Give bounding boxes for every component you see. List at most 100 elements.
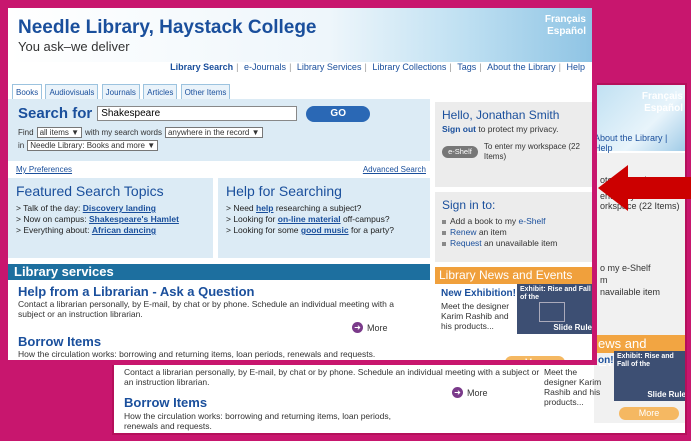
tab-articles[interactable]: Articles	[143, 84, 178, 100]
tab-other-items[interactable]: Other Items	[180, 84, 231, 100]
top-navigation: Library Search | e-Journals | Library Serv…	[167, 62, 588, 72]
bg-exhibit-label: Exhibit: Rise and Fall of the	[617, 353, 674, 368]
tab-books[interactable]: Books	[12, 84, 43, 100]
find-select-value: all items	[39, 128, 69, 137]
eshelf-row: e-Shelf To enter my workspace (22 Items)	[442, 142, 592, 162]
service-item: Help from a Librarian - Ask a Question C…	[18, 284, 418, 319]
bg-lang-es[interactable]: Español	[642, 103, 683, 115]
news-panel: New Exhibition! Meet the designer Karim …	[435, 284, 592, 360]
news-header: Library News and Events	[435, 267, 592, 284]
exhibit-image[interactable]: Exhibit: Rise and Fall of the Slide Rule	[517, 284, 592, 334]
news-more-button[interactable]: More	[505, 356, 565, 360]
renew-link[interactable]: Renew	[450, 227, 476, 237]
news-heading[interactable]: New Exhibition!	[441, 288, 516, 299]
nav-about[interactable]: About the Library	[484, 62, 559, 72]
featured-link[interactable]: Shakespeare's Hamlet	[89, 214, 179, 224]
service-item: Borrow Items How the circulation works: …	[18, 334, 418, 359]
bg-news-heading: on!	[598, 355, 614, 366]
bg-news-more[interactable]: More	[619, 407, 679, 420]
nav-help[interactable]: Help	[563, 62, 588, 72]
bg-line: navailable item	[600, 287, 661, 297]
help-link[interactable]: good music	[301, 225, 349, 235]
more-label: More	[367, 322, 388, 333]
signin-item: Add a book to my e-Shelf	[442, 216, 592, 227]
service-title[interactable]: Borrow Items	[18, 334, 418, 349]
user-panel: Hello, Jonathan Smith Sign out to protec…	[435, 102, 592, 187]
signout-link[interactable]: Sign out	[442, 124, 476, 134]
find-label: Find	[18, 128, 34, 137]
eshelf-text: To enter my workspace (22 Items)	[483, 142, 580, 161]
bg-more-link[interactable]: ➜ More	[452, 387, 488, 398]
bg-exhibit-image: Exhibit: Rise and Fall of the Slide Rule	[614, 351, 686, 401]
help-item: > Looking for on-line material off-campu…	[226, 214, 390, 224]
featured-item: > Now on campus: Shakespeare's Hamlet	[16, 214, 179, 224]
bg-language-links: Français Español	[642, 91, 683, 115]
nav-library-services[interactable]: Library Services	[294, 62, 365, 72]
arrow-right-icon: ➜	[352, 322, 363, 333]
language-links: Français Español	[545, 14, 586, 38]
bg-lang-fr[interactable]: Français	[642, 91, 683, 103]
service-desc: How the circulation works: borrowing and…	[18, 349, 376, 359]
search-input[interactable]	[97, 106, 298, 121]
go-button[interactable]: GO	[306, 105, 371, 122]
service-title[interactable]: Help from a Librarian - Ask a Question	[18, 284, 418, 299]
tab-journals[interactable]: Journals	[101, 84, 140, 100]
bg-desc-text: Contact a librarian personally, by E-mai…	[124, 367, 540, 387]
signout-line: Sign out to protect my privacy.	[442, 124, 559, 134]
nav-e-journals[interactable]: e-Journals	[241, 62, 289, 72]
eshelf-link[interactable]: e-Shelf	[519, 216, 546, 226]
featured-item: > Talk of the day: Discovery landing	[16, 203, 156, 213]
signin-item: Renew an item	[442, 227, 592, 238]
bg-line: m	[600, 275, 608, 285]
help-title: Help for Searching	[226, 183, 342, 199]
help-link[interactable]: on-line material	[278, 214, 341, 224]
tab-audiovisuals[interactable]: Audiovisuals	[45, 84, 99, 100]
featured-link[interactable]: African dancing	[92, 225, 156, 235]
main-window: Needle Library, Haystack College You ask…	[3, 3, 597, 365]
right-sidebar: Hello, Jonathan Smith Sign out to protec…	[435, 102, 592, 360]
service-desc: Contact a librarian personally, by E-mai…	[18, 299, 394, 319]
help-item: > Need help researching a subject?	[226, 203, 362, 213]
nav-library-collections[interactable]: Library Collections	[369, 62, 449, 72]
nav-library-search[interactable]: Library Search	[167, 62, 236, 72]
news-desc: Meet the designer Karim Rashib and his p…	[441, 301, 510, 331]
my-preferences-link[interactable]: My Preferences	[16, 165, 72, 174]
red-arrow-icon	[598, 165, 691, 211]
bg-borrow-title[interactable]: Borrow Items	[124, 395, 207, 410]
advanced-search-link[interactable]: Advanced Search	[363, 165, 426, 174]
prefs-row: My Preferences Advanced Search	[16, 165, 426, 174]
arrow-right-icon: ➜	[452, 387, 463, 398]
bg-nav: About the Library | Help	[594, 133, 668, 153]
site-title[interactable]: Needle Library, Haystack College	[18, 17, 317, 39]
signin-item: Request an unavailable item	[442, 238, 592, 249]
header: Needle Library, Haystack College You ask…	[8, 8, 592, 62]
library-services-header: Library services	[8, 264, 430, 280]
help-for-searching: Help for Searching > Need help researchi…	[218, 178, 430, 258]
help-item: > Looking for some good music for a part…	[226, 225, 394, 235]
help-link[interactable]: help	[256, 203, 273, 213]
find-select[interactable]: all items ▼	[36, 127, 83, 138]
featured-title: Featured Search Topics	[16, 183, 164, 199]
lang-french[interactable]: Français	[545, 14, 586, 26]
bg-line: o my e-Shelf	[600, 263, 651, 273]
lang-spanish[interactable]: Español	[545, 26, 586, 38]
search-panel: Search for GO Find all items ▼ with my s…	[8, 99, 430, 161]
exhibit-footer: Slide Rule	[553, 323, 592, 332]
signin-panel: Sign in to: Add a book to my e-Shelf Ren…	[435, 192, 592, 262]
nav-tags[interactable]: Tags	[454, 62, 479, 72]
bg-borrow-desc: How the circulation works: borrowing and…	[124, 411, 391, 431]
featured-topics: Featured Search Topics > Talk of the day…	[8, 178, 213, 258]
eshelf-button[interactable]: e-Shelf	[442, 146, 478, 158]
search-tabs: Books Audiovisuals Journals Articles Oth…	[12, 84, 231, 100]
bg-more-label: More	[467, 387, 488, 398]
slide-rule-icon	[539, 302, 565, 322]
scope-select-value: Needle Library: Books and more	[30, 141, 145, 150]
featured-link[interactable]: Discovery landing	[83, 203, 156, 213]
signin-title: Sign in to:	[442, 198, 496, 212]
search-label: Search for	[18, 105, 93, 122]
request-link[interactable]: Request	[450, 238, 482, 248]
where-select[interactable]: anywhere in the record ▼	[164, 127, 263, 138]
scope-select[interactable]: Needle Library: Books and more ▼	[27, 140, 159, 151]
more-link[interactable]: ➜ More	[352, 322, 388, 333]
bg-exhibit-footer: Slide Rule	[647, 390, 686, 399]
